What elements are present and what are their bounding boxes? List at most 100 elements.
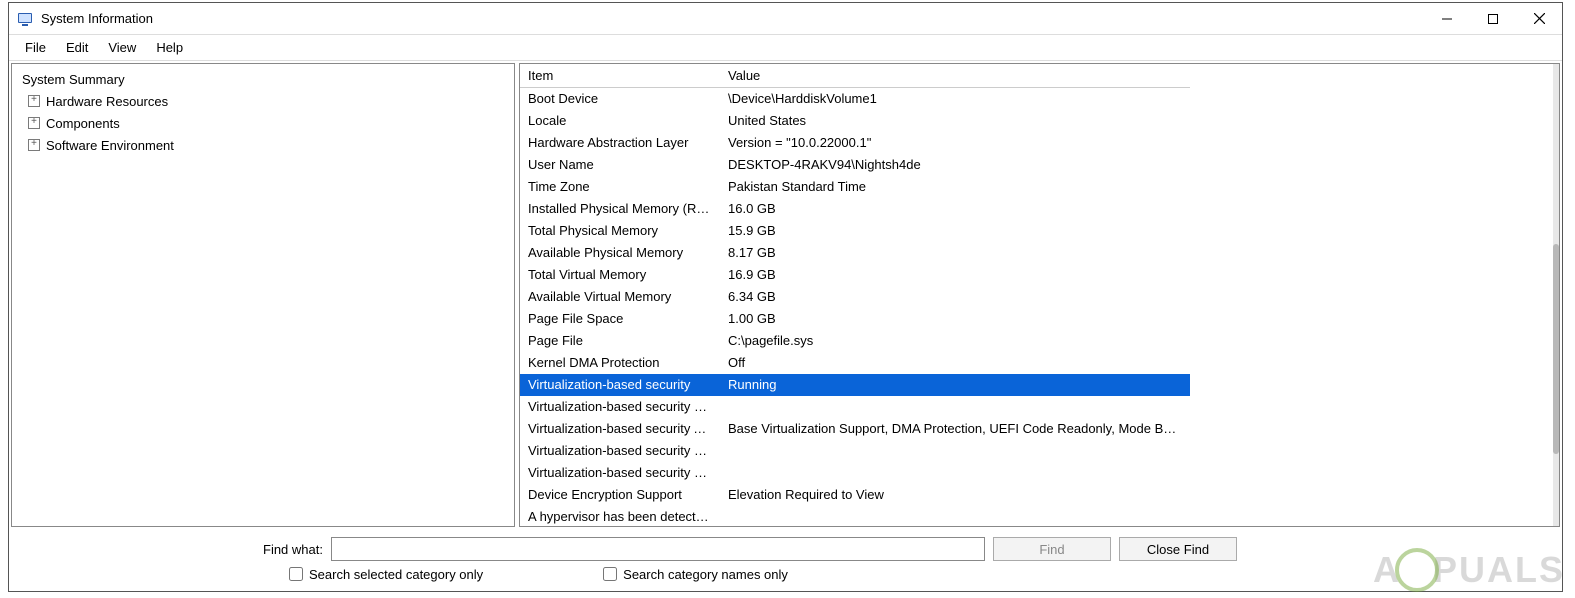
titlebar: System Information (9, 3, 1562, 35)
cell-value (720, 396, 1190, 418)
cell-item: Page File (520, 330, 720, 352)
cell-item: Total Physical Memory (520, 220, 720, 242)
detail-list[interactable]: Item Value Boot Device\Device\HarddiskVo… (520, 64, 1553, 526)
scrollbar[interactable] (1553, 64, 1559, 526)
cell-value: 1.00 GB (720, 308, 1190, 330)
table-row[interactable]: Available Physical Memory8.17 GB (520, 242, 1190, 264)
cell-value: Base Virtualization Support, DMA Protect… (720, 418, 1190, 440)
table-row[interactable]: Virtualization-based security Se... (520, 440, 1190, 462)
table-row[interactable]: Total Physical Memory15.9 GB (520, 220, 1190, 242)
close-button[interactable] (1516, 3, 1562, 34)
tree-item-label: Components (46, 116, 120, 131)
cell-item: Installed Physical Memory (RAM) (520, 198, 720, 220)
cell-value: Elevation Required to View (720, 484, 1190, 506)
table-row[interactable]: Available Virtual Memory6.34 GB (520, 286, 1190, 308)
cell-value: \Device\HarddiskVolume1 (720, 88, 1190, 110)
tree-root-label: System Summary (22, 72, 125, 87)
cell-value: C:\pagefile.sys (720, 330, 1190, 352)
table-row[interactable]: Kernel DMA ProtectionOff (520, 352, 1190, 374)
cell-value: Off (720, 352, 1190, 374)
table-row[interactable]: Virtualization-based security Se... (520, 462, 1190, 484)
menu-edit[interactable]: Edit (58, 38, 96, 57)
menubar: File Edit View Help (9, 35, 1562, 61)
cell-item: Virtualization-based security Av... (520, 418, 720, 440)
cell-value: DESKTOP-4RAKV94\Nightsh4de (720, 154, 1190, 176)
detail-header-row: Item Value (520, 64, 1190, 88)
close-find-button[interactable]: Close Find (1119, 537, 1237, 561)
cell-item: Locale (520, 110, 720, 132)
cell-value (720, 440, 1190, 462)
tree-root-item[interactable]: System Summary (16, 68, 512, 90)
col-value[interactable]: Value (720, 64, 1190, 88)
tree-item-software-env[interactable]: + Software Environment (16, 134, 512, 156)
cell-value (720, 462, 1190, 484)
table-row[interactable]: LocaleUnited States (520, 110, 1190, 132)
col-item[interactable]: Item (520, 64, 720, 88)
cell-item: Hardware Abstraction Layer (520, 132, 720, 154)
table-row[interactable]: Installed Physical Memory (RAM)16.0 GB (520, 198, 1190, 220)
minimize-button[interactable] (1424, 3, 1470, 34)
table-row[interactable]: Time ZonePakistan Standard Time (520, 176, 1190, 198)
find-label: Find what: (263, 542, 323, 557)
expand-icon[interactable]: + (28, 95, 40, 107)
chk-selected-category-label: Search selected category only (309, 567, 483, 582)
cell-item: Device Encryption Support (520, 484, 720, 506)
window-controls (1424, 3, 1562, 34)
expand-icon[interactable]: + (28, 117, 40, 129)
menu-view[interactable]: View (100, 38, 144, 57)
table-row[interactable]: Virtualization-based securityRunning (520, 374, 1190, 396)
chk-category-names[interactable]: Search category names only (603, 567, 788, 582)
expand-icon[interactable]: + (28, 139, 40, 151)
cell-value: 16.9 GB (720, 264, 1190, 286)
table-row[interactable]: Virtualization-based security Re... (520, 396, 1190, 418)
find-options: Search selected category only Search cat… (9, 565, 1562, 591)
cell-item: A hypervisor has been detecte... (520, 506, 720, 527)
find-button[interactable]: Find (993, 537, 1111, 561)
tree-item-components[interactable]: + Components (16, 112, 512, 134)
table-row[interactable]: A hypervisor has been detecte... (520, 506, 1190, 527)
cell-item: Time Zone (520, 176, 720, 198)
cell-value: United States (720, 110, 1190, 132)
cell-value: Pakistan Standard Time (720, 176, 1190, 198)
find-bar: Find what: Find Close Find (9, 529, 1562, 565)
cell-value (720, 506, 1190, 527)
menu-file[interactable]: File (17, 38, 54, 57)
tree-item-label: Hardware Resources (46, 94, 168, 109)
table-row[interactable]: Page FileC:\pagefile.sys (520, 330, 1190, 352)
table-row[interactable]: Hardware Abstraction LayerVersion = "10.… (520, 132, 1190, 154)
chk-category-names-box[interactable] (603, 567, 617, 581)
cell-value: 6.34 GB (720, 286, 1190, 308)
tree-item-label: Software Environment (46, 138, 174, 153)
cell-item: Virtualization-based security (520, 374, 720, 396)
menu-help[interactable]: Help (148, 38, 191, 57)
chk-selected-category[interactable]: Search selected category only (289, 567, 483, 582)
tree-item-hardware[interactable]: + Hardware Resources (16, 90, 512, 112)
cell-item: Page File Space (520, 308, 720, 330)
cell-value: Version = "10.0.22000.1" (720, 132, 1190, 154)
cell-item: User Name (520, 154, 720, 176)
table-row[interactable]: User NameDESKTOP-4RAKV94\Nightsh4de (520, 154, 1190, 176)
find-input[interactable] (331, 537, 985, 561)
table-row[interactable]: Page File Space1.00 GB (520, 308, 1190, 330)
table-row[interactable]: Device Encryption SupportElevation Requi… (520, 484, 1190, 506)
cell-value: 8.17 GB (720, 242, 1190, 264)
cell-item: Boot Device (520, 88, 720, 110)
chk-selected-category-box[interactable] (289, 567, 303, 581)
window-title: System Information (41, 11, 153, 26)
table-row[interactable]: Boot Device\Device\HarddiskVolume1 (520, 88, 1190, 110)
table-row[interactable]: Total Virtual Memory16.9 GB (520, 264, 1190, 286)
tree-pane[interactable]: System Summary + Hardware Resources + Co… (11, 63, 515, 527)
cell-item: Virtualization-based security Se... (520, 462, 720, 484)
cell-item: Available Physical Memory (520, 242, 720, 264)
maximize-button[interactable] (1470, 3, 1516, 34)
chk-category-names-label: Search category names only (623, 567, 788, 582)
table-row[interactable]: Virtualization-based security Av...Base … (520, 418, 1190, 440)
app-window: System Information File Edit View Help S… (8, 2, 1563, 592)
scroll-thumb[interactable] (1553, 244, 1559, 454)
cell-item: Total Virtual Memory (520, 264, 720, 286)
cell-item: Virtualization-based security Se... (520, 440, 720, 462)
app-icon (17, 11, 33, 27)
cell-value: 15.9 GB (720, 220, 1190, 242)
cell-value: 16.0 GB (720, 198, 1190, 220)
detail-pane: Item Value Boot Device\Device\HarddiskVo… (519, 63, 1560, 527)
